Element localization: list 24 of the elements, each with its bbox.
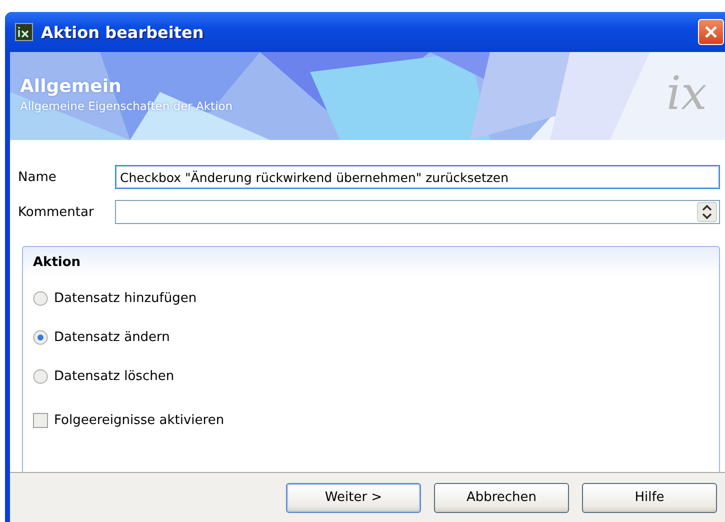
logo: ix xyxy=(666,70,707,116)
option-label: Datensatz hinzufügen xyxy=(54,290,197,306)
radio-button[interactable] xyxy=(33,330,48,344)
comment-field[interactable] xyxy=(115,200,720,224)
option-label: Folgeereignisse aktivieren xyxy=(54,412,224,428)
field-label: Name xyxy=(18,170,58,184)
header-title: Allgemein xyxy=(20,76,122,97)
close-icon xyxy=(704,25,718,39)
dialog-button[interactable]: Weiter > xyxy=(286,482,421,512)
header-subtitle: Allgemeine Eigenschaften der Aktion xyxy=(20,99,233,113)
field-label: Kommentar xyxy=(18,204,95,220)
name-field[interactable]: Checkbox "Änderung rückwirkend übernehmen" zurücksetzen xyxy=(115,165,720,189)
dialog-button[interactable]: Abbrechen xyxy=(434,482,569,512)
dialog-button[interactable]: Hilfe xyxy=(582,482,717,512)
spinner-icon[interactable] xyxy=(697,202,717,222)
close-button[interactable] xyxy=(698,19,724,45)
radio-button[interactable] xyxy=(33,368,48,384)
option-label: Datensatz ändern xyxy=(54,330,170,344)
option-label: Datensatz löschen xyxy=(54,368,174,384)
window-title: Aktion bearbeiten xyxy=(41,22,205,42)
app-icon xyxy=(15,23,33,41)
radio-button[interactable] xyxy=(33,290,48,306)
group-title: Aktion xyxy=(33,255,82,270)
checkbox[interactable] xyxy=(33,412,48,428)
